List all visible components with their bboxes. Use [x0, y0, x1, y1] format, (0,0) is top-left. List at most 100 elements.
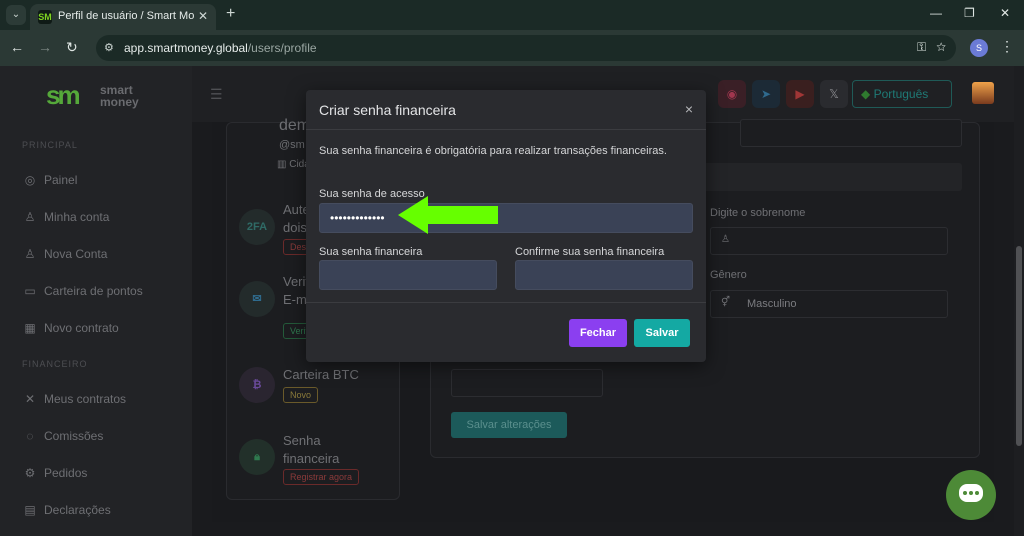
shaded-field[interactable]: [701, 163, 962, 191]
gender-label: Gênero: [710, 269, 747, 281]
surname-label: Digite o sobrenome: [710, 207, 806, 219]
close-button[interactable]: Fechar: [569, 319, 627, 347]
scroll-thumb[interactable]: [1016, 246, 1022, 446]
save-changes-button[interactable]: Salvar alterações: [451, 412, 567, 438]
sidebar-item-painel[interactable]: ◎ Painel: [22, 173, 182, 193]
palette-icon: ◎: [24, 173, 36, 187]
sidebar-item-label: Nova Conta: [44, 247, 108, 261]
restore-icon[interactable]: ❐: [964, 6, 975, 20]
chat-button[interactable]: [946, 470, 996, 520]
confirm-password-label: Confirme sua senha financeira: [515, 246, 665, 258]
btc-status-badge: Novo: [283, 387, 319, 403]
page-scrollbar[interactable]: [1014, 66, 1024, 536]
modal-footer: Fechar Salvar: [306, 302, 706, 362]
modal-header: Criar senha financeira ×: [306, 90, 706, 130]
minimize-icon[interactable]: —: [930, 6, 942, 20]
modal-title: Criar senha financeira: [319, 102, 456, 118]
surname-input[interactable]: ♙: [710, 227, 948, 255]
tab-close-icon[interactable]: ✕: [198, 9, 208, 23]
gender-icon: ⚥: [721, 297, 731, 308]
user-plus-icon: ♙: [24, 247, 36, 261]
logo-text: smart money: [100, 84, 139, 108]
sidebar-item-declaracoes[interactable]: ▤ Declarações: [22, 503, 182, 523]
profile-email: @sm: [279, 139, 305, 151]
language-label: Português: [873, 87, 929, 101]
bookmark-star-icon[interactable]: ☆: [936, 40, 946, 54]
access-password-input[interactable]: •••••••••••••: [319, 203, 693, 233]
sidebar-item-label: Comissões: [44, 429, 104, 443]
favicon-icon: SM: [38, 10, 52, 24]
browser-menu-icon[interactable]: ⋮: [1000, 38, 1014, 55]
omnibox-actions: ⚿ ☆: [917, 40, 946, 55]
top-field[interactable]: [740, 119, 962, 147]
address-bar: ← → ↻ ⚙ app.smartmoney.global/users/prof…: [0, 30, 1024, 66]
register-now-badge[interactable]: Registrar agora: [283, 469, 360, 485]
instagram-icon[interactable]: ◉: [718, 80, 746, 108]
url-host: app.smartmoney.global: [124, 41, 248, 55]
section-financeiro: FINANCEIRO: [22, 359, 88, 369]
sidebar-item-label: Novo contrato: [44, 321, 119, 335]
sidebar-item-comissoes[interactable]: ◌ Comissões: [22, 429, 182, 449]
x-twitter-icon[interactable]: 𝕏: [820, 80, 848, 108]
youtube-icon[interactable]: ▶: [786, 80, 814, 108]
settings-icon: ◌: [26, 429, 34, 443]
language-selector[interactable]: ◆ Português: [852, 80, 952, 108]
tab-search-icon[interactable]: ⌄: [6, 5, 26, 25]
browser-profile-avatar[interactable]: S: [970, 39, 988, 57]
sidebar-item-label: Carteira de pontos: [44, 284, 143, 298]
confirm-password-input[interactable]: [515, 260, 693, 290]
sidebar: sm smart money PRINCIPAL ◎ Painel ♙ Minha c…: [0, 66, 192, 536]
sidebar-item-label: Meus contratos: [44, 392, 127, 406]
tools-icon: ✕: [24, 392, 36, 406]
new-tab-icon[interactable]: +: [226, 5, 235, 23]
site-info-icon[interactable]: ⚙: [104, 41, 114, 54]
forward-icon[interactable]: →: [38, 39, 52, 55]
logo-mark: sm: [46, 80, 81, 110]
browser-tab[interactable]: SM Perfil de usuário / Smart Money ✕: [30, 4, 216, 30]
bitcoin-icon: ₿: [239, 367, 275, 403]
sidebar-item-label: Pedidos: [44, 466, 88, 480]
sidebar-item-label: Painel: [44, 173, 78, 187]
lock-icon: 🔒︎: [239, 439, 275, 475]
user-icon: ♙: [24, 210, 36, 224]
save-button[interactable]: Salvar: [634, 319, 690, 347]
wallet-icon: ▭: [24, 284, 36, 298]
logo-line-2: money: [100, 95, 139, 109]
document-icon: ▤: [24, 503, 36, 517]
modal-close-icon[interactable]: ×: [685, 101, 693, 117]
chart-icon: ▦: [24, 321, 36, 335]
sidebar-item-nova-conta[interactable]: ♙ Nova Conta: [22, 247, 182, 267]
sidebar-item-minha-conta[interactable]: ♙ Minha conta: [22, 210, 182, 230]
url-field[interactable]: ⚙ app.smartmoney.global/users/profile ⚿ …: [96, 35, 956, 61]
chat-icon: [959, 484, 983, 502]
logo[interactable]: sm smart money: [46, 78, 146, 114]
window-close-icon[interactable]: ✕: [1000, 6, 1010, 20]
financial-password-title-2: financeira: [283, 451, 340, 466]
user-icon: ♙: [721, 234, 730, 245]
gender-select[interactable]: ⚥ Masculino: [710, 290, 948, 318]
user-avatar[interactable]: [972, 82, 994, 104]
back-icon[interactable]: ←: [10, 39, 24, 55]
sidebar-item-label: Declarações: [44, 503, 111, 517]
sidebar-item-carteira-pontos[interactable]: ▭ Carteira de pontos: [22, 284, 182, 304]
sidebar-item-meus-contratos[interactable]: ✕ Meus contratos: [22, 392, 182, 412]
sidebar-item-novo-contrato[interactable]: ▦ Novo contrato: [22, 321, 182, 341]
hamburger-menu-icon[interactable]: ☰: [210, 86, 223, 103]
modal-description: Sua senha financeira é obrigatória para …: [319, 145, 667, 157]
sidebar-item-pedidos[interactable]: ⚙ Pedidos: [22, 466, 182, 486]
create-financial-password-modal: Criar senha financeira × Sua senha finan…: [306, 90, 706, 362]
telegram-icon[interactable]: ➤: [752, 80, 780, 108]
gender-value: Masculino: [747, 298, 797, 310]
reload-icon[interactable]: ↻: [66, 39, 78, 56]
key-icon[interactable]: ⚿: [917, 40, 926, 54]
btc-title: Carteira BTC: [283, 367, 359, 382]
twofa-icon: 2FA: [239, 209, 275, 245]
sidebar-item-label: Minha conta: [44, 210, 110, 224]
url-path: /users/profile: [247, 41, 317, 55]
financial-password-input[interactable]: [319, 260, 497, 290]
browser-tab-strip: ⌄ SM Perfil de usuário / Smart Money ✕ +…: [0, 0, 1024, 30]
extra-input[interactable]: [451, 369, 603, 397]
building-icon: ▥: [277, 159, 287, 170]
brazil-flag-icon: ◆: [861, 87, 871, 101]
financial-password-title-1: Senha: [283, 433, 321, 448]
